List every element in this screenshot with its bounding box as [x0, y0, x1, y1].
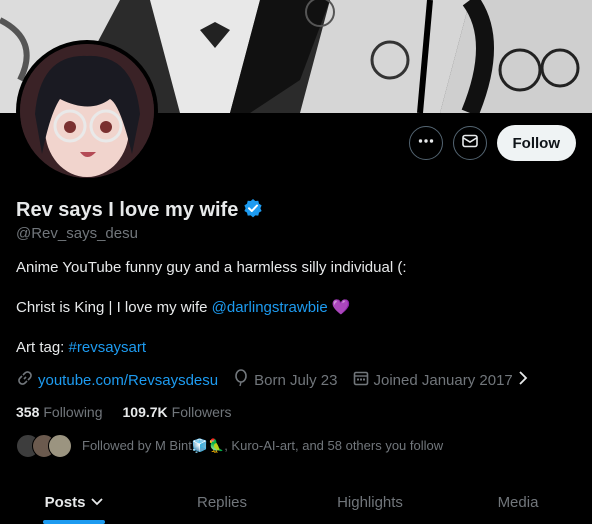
avatar — [48, 434, 72, 458]
balloon-icon — [232, 369, 250, 391]
tab-replies[interactable]: Replies — [148, 480, 296, 524]
tab-media[interactable]: Media — [444, 480, 592, 524]
following-stat[interactable]: 358 Following — [16, 404, 103, 420]
user-handle: @Rev_says_desu — [16, 225, 138, 242]
birthday-text: Born July 23 — [254, 371, 338, 389]
display-name: Rev says I love my wife — [16, 199, 239, 221]
message-button[interactable] — [452, 126, 487, 160]
name-row: Rev says I love my wife — [16, 198, 263, 223]
followers-stat[interactable]: 109.7K Followers — [123, 404, 232, 420]
calendar-icon — [352, 369, 370, 391]
purple-heart-emoji: 💜 — [331, 299, 351, 316]
avatar-border — [16, 40, 158, 182]
more-options-button[interactable] — [408, 126, 443, 160]
chevron-right-icon — [517, 369, 529, 391]
profile-tabs: Posts Replies Highlights Media — [0, 480, 592, 524]
avatar[interactable] — [20, 44, 154, 178]
bio-text: Art tag: — [16, 339, 69, 356]
profile-actions: Follow — [408, 125, 576, 161]
chevron-down-icon — [91, 494, 104, 511]
tab-highlights[interactable]: Highlights — [296, 480, 444, 524]
joined-text: Joined January 2017 — [373, 371, 513, 389]
bio-text: Christ is King | I love my wife — [16, 299, 212, 316]
followed-by-row[interactable]: Followed by M Bint🧊🦜, Kuro-AI-art, and 5… — [16, 434, 443, 458]
follower-avatars — [16, 434, 72, 458]
followed-by-text: Followed by M Bint🧊🦜, Kuro-AI-art, and 5… — [82, 438, 444, 453]
hashtag-link[interactable]: #revsaysart — [69, 339, 147, 356]
website-link[interactable]: youtube.com/Revsaysdesu — [38, 372, 218, 389]
website-item: youtube.com/Revsaysdesu — [16, 369, 218, 391]
link-icon — [16, 369, 34, 391]
follow-stats: 358 Following 109.7K Followers — [16, 404, 232, 420]
bio: Anime YouTube funny guy and a harmless s… — [16, 258, 576, 358]
envelope-icon — [461, 132, 479, 155]
active-tab-indicator — [43, 520, 105, 524]
more-icon — [417, 132, 435, 155]
follow-button[interactable]: Follow — [496, 125, 576, 161]
verified-badge-icon[interactable] — [243, 198, 263, 223]
tab-posts[interactable]: Posts — [0, 480, 148, 524]
bio-line: Art tag: #revsaysart — [16, 338, 576, 358]
profile-meta: youtube.com/Revsaysdesu Born July 23 Joi… — [16, 369, 543, 391]
mention-link[interactable]: @darlingstrawbie — [212, 299, 328, 316]
bio-line: Anime YouTube funny guy and a harmless s… — [16, 259, 407, 276]
joined-item[interactable]: Joined January 2017 — [352, 369, 529, 391]
bio-line: Christ is King | I love my wife @darling… — [16, 298, 576, 318]
birthday-item: Born July 23 — [232, 369, 338, 391]
